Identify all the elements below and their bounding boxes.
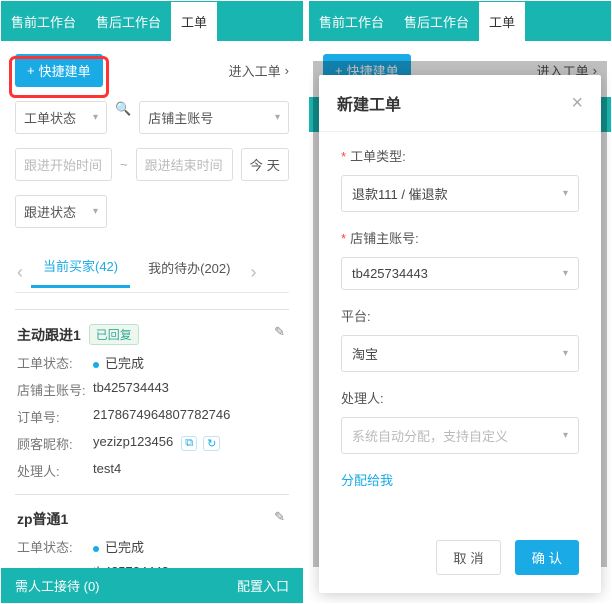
card-title-text: zp普通1 bbox=[17, 509, 68, 529]
subtab-my-todo[interactable]: 我的待办(202) bbox=[136, 258, 242, 287]
chevron-down-icon: ▾ bbox=[563, 348, 568, 359]
row-value: 已完成 bbox=[93, 353, 144, 372]
row-label: 工单状态: bbox=[17, 537, 93, 556]
row-label: 工单状态: bbox=[17, 353, 93, 372]
footer-right[interactable]: 配置入口 bbox=[237, 576, 289, 595]
card-title: 主动跟进1 已回复 bbox=[17, 324, 287, 345]
range-separator: ~ bbox=[120, 157, 128, 172]
modal-body: *工单类型: 退款111 / 催退款▾ *店铺主账号: tb425734443▾… bbox=[319, 132, 601, 526]
row-label: 店铺主账号: bbox=[17, 380, 93, 399]
quick-create-label: 快捷建单 bbox=[39, 61, 91, 80]
chevron-down-icon: ▾ bbox=[563, 268, 568, 279]
toolbar: + 快捷建单 进入工单 › bbox=[1, 41, 303, 97]
row-label: 订单号: bbox=[17, 407, 93, 426]
tab-ticket[interactable]: 工单 bbox=[479, 2, 525, 41]
topbar: 售前工作台 售后工作台 工单 bbox=[1, 1, 303, 41]
chat-icon[interactable]: ↻ bbox=[203, 436, 220, 451]
search-icon[interactable]: 🔍 bbox=[115, 101, 131, 134]
type-label: *工单类型: bbox=[341, 146, 579, 165]
cancel-button[interactable]: 取 消 bbox=[436, 540, 500, 575]
filter-row-3: 跟进状态 ▾ bbox=[1, 191, 303, 238]
new-ticket-modal: 新建工单 × *工单类型: 退款111 / 催退款▾ *店铺主账号: tb425… bbox=[319, 75, 601, 593]
tab-aftersale[interactable]: 售后工作台 bbox=[394, 2, 479, 41]
subtab-next-icon[interactable]: › bbox=[248, 262, 258, 283]
card-title: zp普通1 bbox=[17, 509, 287, 529]
row-label: 顾客昵称: bbox=[17, 434, 93, 453]
row-label: 店铺主账号: bbox=[17, 564, 93, 568]
type-select[interactable]: 退款111 / 催退款▾ bbox=[341, 175, 579, 212]
filter-row-2: 跟进开始时间 ~ 跟进结束时间 今 天 bbox=[1, 144, 303, 191]
row-value: 已完成 bbox=[93, 537, 144, 556]
chevron-down-icon: ▾ bbox=[563, 430, 568, 441]
ticket-card[interactable]: ✎ 主动跟进1 已回复 工单状态:已完成 店铺主账号:tb425734443 订… bbox=[15, 309, 289, 494]
filter-row-1: 工单状态 ▾ 🔍 店铺主账号 ▾ bbox=[1, 97, 303, 144]
handler-label: 处理人: bbox=[341, 388, 579, 407]
topbar: 售前工作台 售后工作台 工单 bbox=[309, 1, 611, 41]
row-label: 处理人: bbox=[17, 461, 93, 480]
ticket-status-select[interactable]: 工单状态 ▾ bbox=[15, 101, 107, 134]
chevron-down-icon: ▾ bbox=[93, 112, 98, 123]
copy-icon[interactable]: ⧉ bbox=[181, 436, 197, 451]
chevron-right-icon: › bbox=[285, 63, 289, 78]
enter-ticket-label: 进入工单 bbox=[229, 61, 281, 80]
row-value: tb425734443 bbox=[93, 380, 169, 399]
tab-aftersale[interactable]: 售后工作台 bbox=[86, 2, 171, 41]
right-panel: 售前工作台 售后工作台 工单 + 快捷建单 进入工单 › 新建工单 × *工单类… bbox=[308, 0, 612, 604]
status-badge: 已回复 bbox=[89, 324, 139, 345]
subtabs: ‹ 当前买家(42) 我的待办(202) › bbox=[1, 238, 303, 288]
follow-status-label: 跟进状态 bbox=[24, 202, 76, 221]
row-value: 2178674964807782746 bbox=[93, 407, 230, 426]
quick-create-button[interactable]: + 快捷建单 bbox=[15, 54, 103, 87]
status-dot-icon bbox=[93, 546, 99, 552]
modal-footer: 取 消 确 认 bbox=[319, 526, 601, 593]
confirm-button[interactable]: 确 认 bbox=[515, 540, 579, 575]
end-date-input[interactable]: 跟进结束时间 bbox=[136, 148, 233, 181]
ticket-status-label: 工单状态 bbox=[24, 108, 76, 127]
account-select[interactable]: 店铺主账号 ▾ bbox=[139, 101, 289, 134]
card-list[interactable]: ✎ 主动跟进1 已回复 工单状态:已完成 店铺主账号:tb425734443 订… bbox=[1, 297, 303, 568]
left-panel: 售前工作台 售后工作台 工单 + 快捷建单 进入工单 › 工单状态 ▾ 🔍 店铺… bbox=[0, 0, 304, 604]
footer-left[interactable]: 需人工接待 (0) bbox=[15, 576, 100, 595]
enter-ticket-link[interactable]: 进入工单 › bbox=[229, 61, 289, 80]
platform-select[interactable]: 淘宝▾ bbox=[341, 335, 579, 372]
modal-header: 新建工单 × bbox=[319, 75, 601, 132]
plus-icon: + bbox=[27, 63, 35, 78]
ticket-card[interactable]: ✎ zp普通1 工单状态:已完成 店铺主账号:tb425734443 顾客昵称:… bbox=[15, 494, 289, 568]
subtab-prev-icon[interactable]: ‹ bbox=[15, 262, 25, 283]
handler-select[interactable]: 系统自动分配，支持自定义▾ bbox=[341, 417, 579, 454]
close-icon[interactable]: × bbox=[571, 93, 583, 113]
card-title-text: 主动跟进1 bbox=[17, 325, 81, 345]
chevron-down-icon: ▾ bbox=[563, 188, 568, 199]
account-label: *店铺主账号: bbox=[341, 228, 579, 247]
modal-title: 新建工单 bbox=[337, 91, 401, 115]
today-button[interactable]: 今 天 bbox=[241, 148, 289, 181]
row-value: yezizp123456⧉↻ bbox=[93, 434, 220, 453]
footer-bar: 需人工接待 (0) 配置入口 bbox=[1, 568, 303, 603]
status-dot-icon bbox=[93, 362, 99, 368]
row-value: tb425734443 bbox=[93, 564, 169, 568]
assign-me-link[interactable]: 分配给我 bbox=[341, 473, 393, 488]
tab-presale[interactable]: 售前工作台 bbox=[1, 2, 86, 41]
platform-label: 平台: bbox=[341, 306, 579, 325]
edit-icon[interactable]: ✎ bbox=[274, 324, 285, 340]
chevron-down-icon: ▾ bbox=[275, 112, 280, 123]
tab-ticket[interactable]: 工单 bbox=[171, 2, 217, 41]
follow-status-select[interactable]: 跟进状态 ▾ bbox=[15, 195, 107, 228]
divider bbox=[15, 292, 289, 293]
chevron-down-icon: ▾ bbox=[93, 206, 98, 217]
subtab-current-buyer[interactable]: 当前买家(42) bbox=[31, 256, 130, 288]
account-label: 店铺主账号 bbox=[148, 108, 213, 127]
edit-icon[interactable]: ✎ bbox=[274, 509, 285, 525]
account-select[interactable]: tb425734443▾ bbox=[341, 257, 579, 290]
tab-presale[interactable]: 售前工作台 bbox=[309, 2, 394, 41]
start-date-input[interactable]: 跟进开始时间 bbox=[15, 148, 112, 181]
row-value: test4 bbox=[93, 461, 121, 480]
